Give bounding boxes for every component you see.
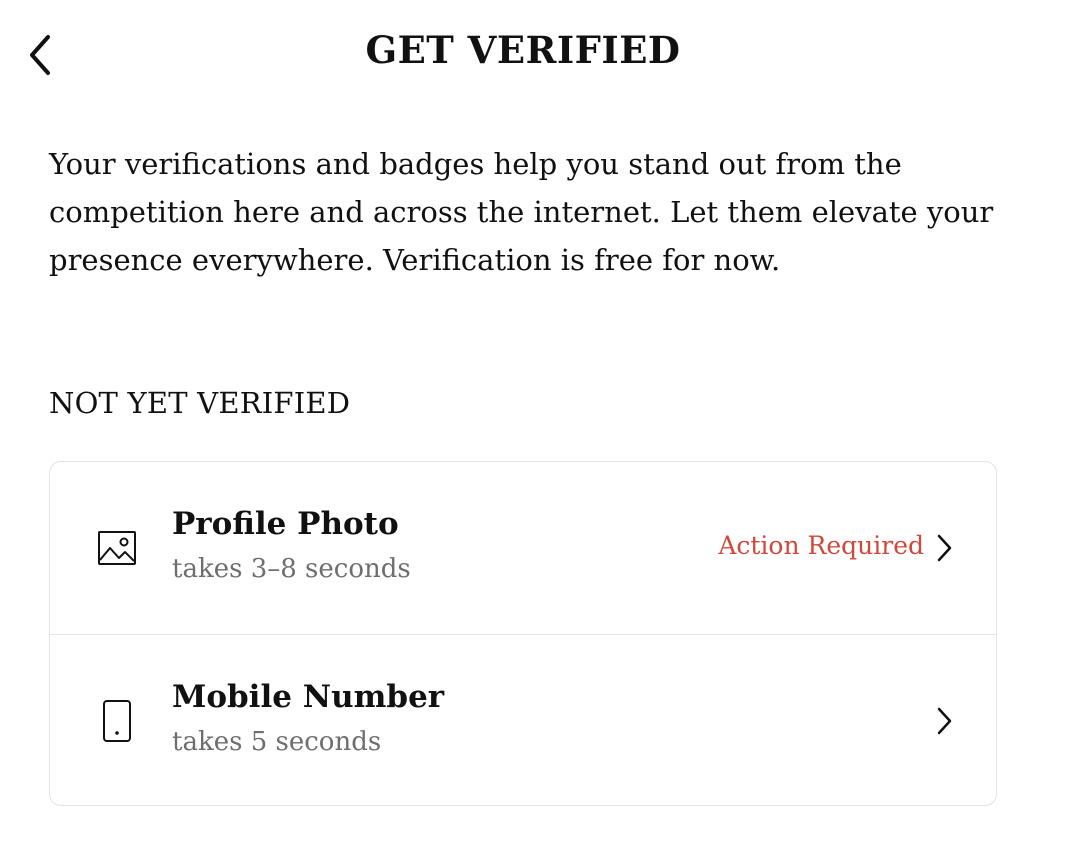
image-icon xyxy=(96,526,138,570)
verification-item-profile-photo[interactable]: Profile Photo takes 3–8 seconds Action R… xyxy=(50,462,996,634)
verification-list: Profile Photo takes 3–8 seconds Action R… xyxy=(49,461,997,806)
mobile-phone-icon xyxy=(96,699,138,743)
page-title: GET VERIFIED xyxy=(365,28,681,72)
item-subtitle: takes 3–8 seconds xyxy=(172,554,411,584)
intro-text: Your verifications and badges help you s… xyxy=(49,147,994,277)
verification-item-mobile-number[interactable]: Mobile Number takes 5 seconds xyxy=(50,634,996,805)
header: GET VERIFIED xyxy=(0,0,1068,110)
section-label: NOT YET VERIFIED xyxy=(49,386,351,420)
chevron-right-icon xyxy=(932,705,956,737)
item-subtitle: takes 5 seconds xyxy=(172,727,382,757)
status-badge: Action Required xyxy=(718,531,924,560)
item-title: Mobile Number xyxy=(172,679,445,715)
chevron-right-icon xyxy=(932,532,956,564)
item-title: Profile Photo xyxy=(172,506,399,542)
